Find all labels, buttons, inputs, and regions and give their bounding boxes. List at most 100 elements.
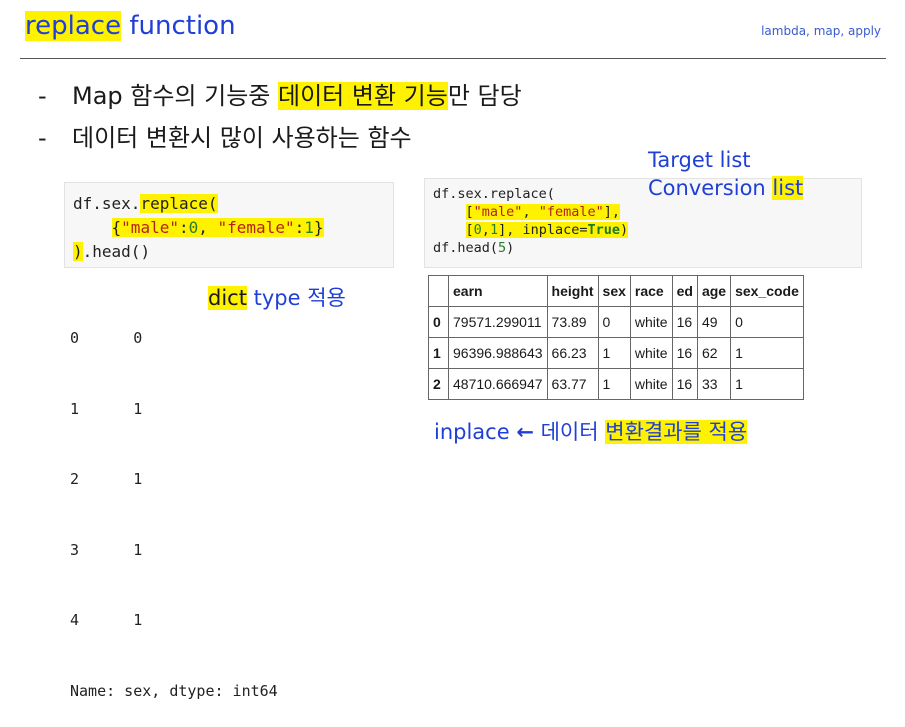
code-line-1: df.sex.replace(: [73, 192, 385, 216]
row-index: 0: [428, 306, 449, 338]
table-cell: 1: [730, 368, 804, 400]
code-keyword: True: [587, 222, 620, 238]
code-token: ], inplace=: [498, 222, 588, 238]
series-value: 1: [133, 611, 143, 629]
series-index: 4: [70, 611, 80, 629]
table-cell: 79571.299011: [448, 306, 548, 338]
code-token: }: [313, 218, 324, 237]
series-row: 3 1: [70, 539, 278, 563]
series-row: 1 1: [70, 398, 278, 422]
table-cell: white: [629, 306, 673, 338]
annotation-dict-type: dict type 적용: [208, 284, 346, 312]
series-row: 4 1: [70, 609, 278, 633]
cell-output-series: 0 0 1 1 2 1 3 1 4 1 Name: sex, dtype: in…: [70, 280, 278, 727]
series-index: 2: [70, 470, 80, 488]
code-token-highlight: replace(: [140, 194, 218, 213]
title-rest: function: [121, 11, 236, 41]
column-header: height: [546, 275, 599, 307]
table-cell: 16: [671, 368, 698, 400]
bullet-2-text: 데이터 변환시 많이 사용하는 함수: [72, 124, 412, 152]
code-number: 0: [473, 222, 482, 238]
code-line-4: df.head(5): [433, 239, 853, 257]
annotation-conversion-list: Conversion list: [648, 174, 804, 202]
code-token: ],: [603, 204, 620, 220]
code-token: :: [178, 218, 189, 237]
annotation-target-list: Target list: [648, 148, 751, 172]
annotation-highlight: 변환결과를 적용: [605, 420, 748, 444]
bullet-1-post: 만 담당: [447, 82, 522, 110]
code-line-2: ["male", "female"],: [433, 203, 853, 221]
series-footer: Name: sex, dtype: int64: [70, 681, 278, 700]
code-line-3: ).head(): [73, 240, 385, 264]
table-cell: 16: [671, 337, 698, 369]
column-header: sex_code: [730, 275, 804, 307]
column-header: race: [629, 275, 673, 307]
table-row: 0 79571.299011 73.89 0 white 16 49 0: [428, 306, 804, 338]
code-token: ,: [481, 222, 490, 238]
series-index: 1: [70, 399, 80, 418]
title-highlight: replace: [25, 11, 122, 41]
table-cell: 48710.666947: [448, 368, 548, 400]
column-header: sex: [597, 275, 631, 307]
code-string: "male": [473, 204, 523, 220]
table-cell: white: [629, 368, 673, 400]
annotation-text: Conversion: [648, 176, 773, 200]
code-string: "male": [121, 218, 179, 237]
bullet-1-pre: Map 함수의 기능중: [72, 82, 279, 110]
series-index: 3: [70, 540, 80, 559]
table-cell: white: [629, 337, 673, 369]
row-index: 2: [428, 368, 449, 400]
code-token: df.sex.: [73, 194, 141, 213]
table-cell: 62: [696, 337, 732, 369]
code-token: {: [111, 218, 122, 237]
series-value: 0: [133, 329, 143, 347]
series-value: 1: [133, 399, 143, 418]
series-value: 1: [133, 540, 143, 559]
annotation-text: type 적용: [246, 286, 346, 310]
topic-tag: lambda, map, apply: [761, 24, 881, 38]
annotation-highlight: dict: [208, 286, 247, 310]
table-row: 2 48710.666947 63.77 1 white 16 33 1: [428, 368, 804, 400]
table-cell: 16: [671, 306, 698, 338]
header-divider: [20, 58, 886, 59]
row-index: 1: [428, 337, 449, 369]
column-header: age: [696, 275, 732, 307]
column-header: earn: [448, 275, 548, 307]
table-cell: 1: [730, 337, 804, 369]
code-number: 1: [489, 222, 499, 238]
code-token: ): [620, 222, 629, 238]
code-token: [: [465, 204, 474, 220]
table-cell: 73.89: [546, 306, 599, 338]
code-cell-dict-replace[interactable]: df.sex.replace( {"male":0, "female":1}).…: [64, 182, 394, 268]
bullet-1-highlight: 데이터 변환 기능: [278, 82, 448, 110]
code-token: df.head(: [433, 240, 499, 256]
code-token: [: [465, 222, 474, 238]
series-row: 0 0: [70, 327, 278, 351]
table-cell: 0: [597, 306, 631, 338]
code-number: 5: [498, 240, 507, 256]
code-token-highlight: ): [73, 242, 83, 261]
table-header-row: earn height sex race ed age sex_code: [428, 275, 804, 307]
column-header: [428, 275, 449, 307]
table-cell: 63.77: [546, 368, 599, 400]
code-token: :: [294, 218, 305, 237]
code-line-3: [0,1], inplace=True): [433, 221, 853, 239]
table-cell: 1: [597, 368, 631, 400]
code-token: ,: [198, 218, 218, 237]
table-cell: 66.23: [546, 337, 599, 369]
series-value: 1: [133, 470, 143, 488]
table-row: 1 96396.988643 66.23 1 white 16 62 1: [428, 337, 804, 369]
dataframe-output-table: earn height sex race ed age sex_code 0 7…: [428, 275, 804, 400]
code-number: 0: [188, 218, 199, 237]
code-token: ,: [522, 204, 539, 220]
code-number: 1: [304, 218, 314, 237]
code-token: ): [506, 240, 515, 256]
arrow-left-icon: ←: [516, 420, 534, 444]
code-line-2: {"male":0, "female":1}: [73, 216, 385, 240]
table-cell: 96396.988643: [448, 337, 548, 369]
code-string: "female": [538, 204, 604, 220]
bullet-dash: -: [38, 124, 47, 152]
code-string: "female": [217, 218, 295, 237]
